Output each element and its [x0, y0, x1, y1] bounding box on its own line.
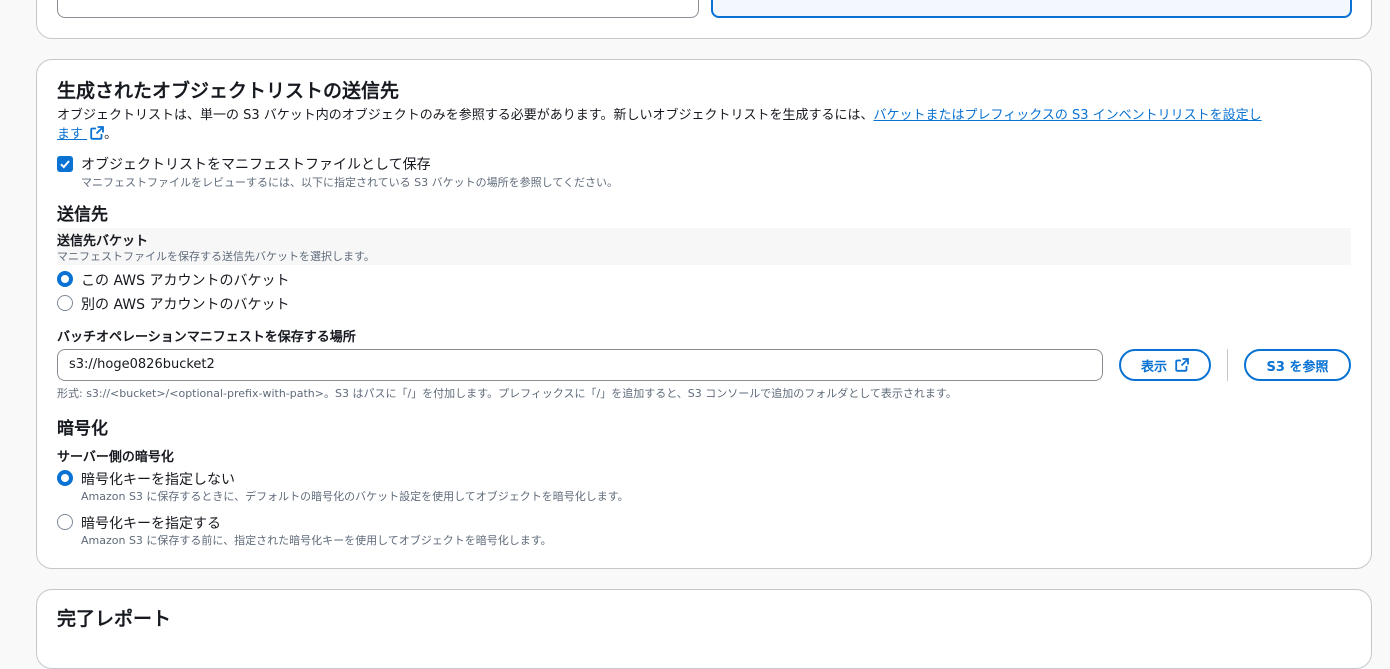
radio-this-account-label[interactable]: この AWS アカウントのバケット [81, 270, 289, 290]
completion-report-panel: 完了レポート [36, 589, 1372, 669]
completion-report-title: 完了レポート [57, 608, 172, 630]
radio-this-account[interactable] [57, 271, 73, 287]
section-title: 生成されたオブジェクトリストの送信先 [57, 80, 400, 102]
external-link-icon [90, 126, 105, 140]
encryption-heading: 暗号化 [57, 419, 108, 439]
save-manifest-description: マニフェストファイルをレビューするには、以下に指定されている S3 バケットの場… [81, 176, 618, 189]
save-manifest-label[interactable]: オブジェクトリストをマニフェストファイルとして保存 [81, 154, 431, 174]
section-description-line2: ます 。 [57, 123, 117, 142]
destination-bucket-description: マニフェストファイルを保存する送信先バケットを選択します。 [57, 250, 375, 263]
radio-no-encryption-key[interactable] [57, 470, 73, 486]
button-divider [1227, 349, 1228, 381]
view-button[interactable]: 表示 [1119, 349, 1211, 381]
section-description: オブジェクトリストは、単一の S3 バケット内のオブジェクトのみを参照する必要が… [57, 104, 1262, 123]
radio-no-encryption-key-description: Amazon S3 に保存するときに、デフォルトの暗号化のバケット設定を使用して… [81, 490, 629, 503]
radio-no-encryption-key-label[interactable]: 暗号化キーを指定しない [81, 469, 235, 489]
radio-other-account-label[interactable]: 別の AWS アカウントのバケット [81, 294, 289, 314]
radio-specify-encryption-key-description: Amazon S3 に保存する前に、指定された暗号化キーを使用してオブジェクトを… [81, 534, 552, 547]
browse-s3-button[interactable]: S3 を参照 [1244, 349, 1351, 381]
view-button-label: 表示 [1140, 359, 1167, 375]
checkmark-icon [60, 160, 70, 169]
selected-option-card[interactable] [711, 0, 1352, 18]
description-text: オブジェクトリストは、単一の S3 バケット内のオブジェクトのみを参照する必要が… [57, 108, 874, 123]
browse-s3-button-label: S3 を参照 [1266, 359, 1329, 375]
radio-specify-encryption-key[interactable] [57, 514, 73, 530]
inventory-list-link[interactable]: バケットまたはプレフィックスの S3 インベントリリストを設定し [874, 108, 1262, 123]
previous-section-panel [36, 0, 1372, 39]
manifest-location-hint: 形式: s3://<bucket>/<optional-prefix-with-… [57, 387, 957, 400]
description-suffix: 。 [104, 127, 118, 142]
save-manifest-checkbox[interactable] [57, 156, 73, 172]
external-link-icon [1175, 358, 1189, 372]
radio-specify-encryption-key-label[interactable]: 暗号化キーを指定する [81, 513, 221, 533]
manifest-location-input[interactable]: s3://hoge0826bucket2 [57, 349, 1103, 381]
radio-other-account[interactable] [57, 295, 73, 311]
destination-bucket-label: 送信先バケット [57, 234, 149, 249]
previous-text-field[interactable] [57, 0, 699, 18]
manifest-location-label: バッチオペレーションマニフェストを保存する場所 [57, 330, 356, 345]
manifest-destination-panel: 生成されたオブジェクトリストの送信先 オブジェクトリストは、単一の S3 バケッ… [36, 59, 1372, 569]
inventory-list-link-continued[interactable]: ます [57, 126, 105, 142]
destination-heading: 送信先 [57, 205, 108, 225]
server-side-encryption-label: サーバー側の暗号化 [57, 450, 174, 465]
